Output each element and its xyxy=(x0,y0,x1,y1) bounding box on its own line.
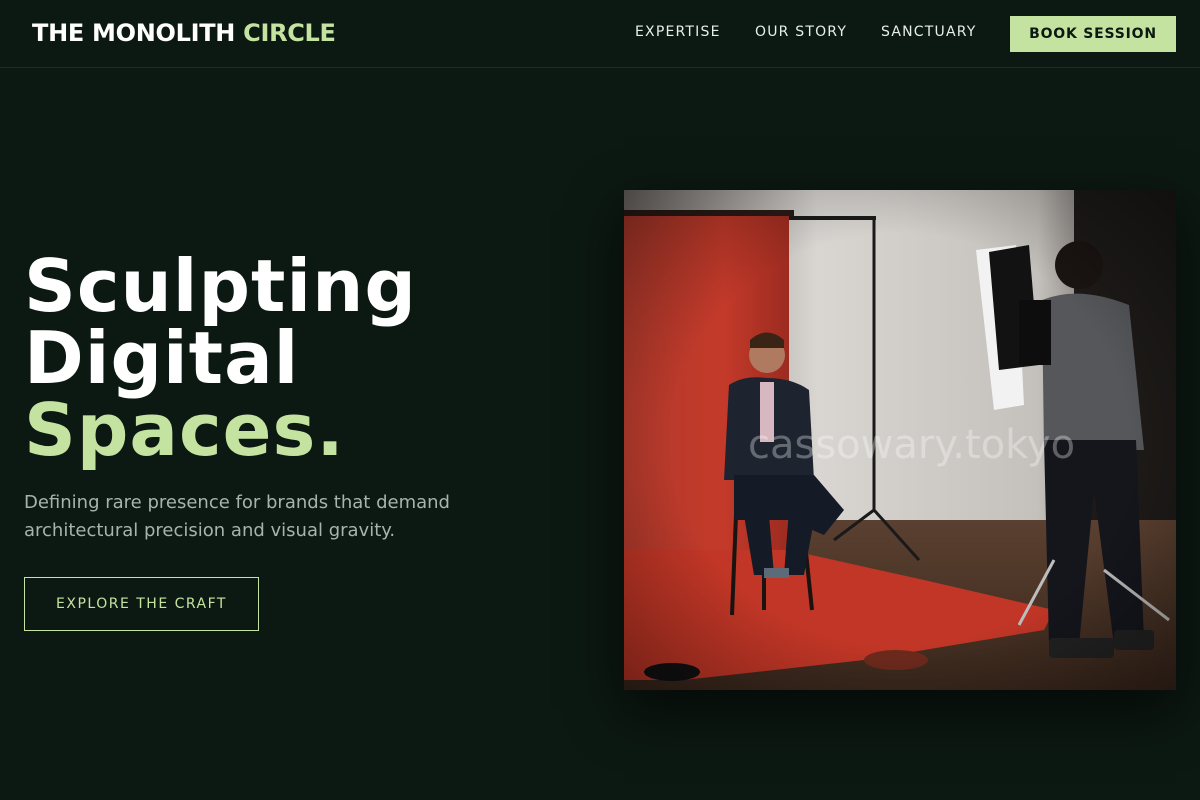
nav-link-expertise[interactable]: EXPERTISE xyxy=(635,24,721,40)
book-session-button[interactable]: BOOK SESSION xyxy=(1010,16,1176,52)
explore-craft-button[interactable]: EXPLORE THE CRAFT xyxy=(24,577,259,631)
hero-title-line-1: Sculpting xyxy=(24,244,417,328)
hero-title-line-2: Digital xyxy=(24,316,300,400)
hero-title-line-3: Spaces. xyxy=(24,388,345,472)
hero-title: Sculpting Digital Spaces. xyxy=(24,250,417,466)
photo-watermark: cassowary.tokyo xyxy=(748,422,1076,468)
site-header: THE MONOLITH CIRCLE EXPERTISE OUR STORY … xyxy=(0,0,1200,68)
nav-link-sanctuary[interactable]: SANCTUARY xyxy=(881,24,977,40)
hero-description: Defining rare presence for brands that d… xyxy=(24,492,450,541)
nav-link-our-story[interactable]: OUR STORY xyxy=(755,24,847,40)
hero-photo: cassowary.tokyo xyxy=(624,190,1176,690)
